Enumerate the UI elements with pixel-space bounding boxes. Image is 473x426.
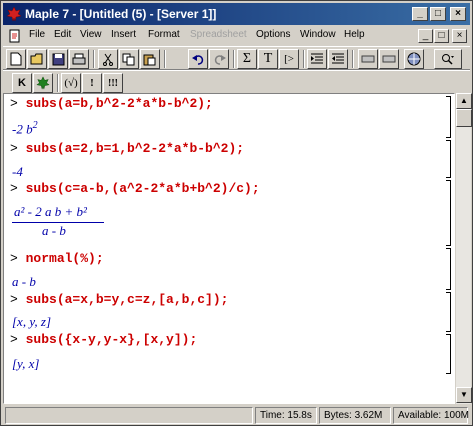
toolbar-separator xyxy=(233,50,235,68)
group-bracket[interactable] xyxy=(446,96,451,138)
maple-leaf-icon xyxy=(6,6,22,22)
status-message xyxy=(5,407,253,424)
zoom-icon[interactable] xyxy=(379,49,399,69)
toolbar-separator xyxy=(57,74,59,92)
worksheet-area[interactable]: > subs(a=b,b^2-2*a*b-b^2); -2 b2 > subs(… xyxy=(3,93,455,404)
input-line[interactable]: > subs(c=a-b,(a^2-2*a*b+b^2)/c); xyxy=(10,181,260,196)
prompt-marker: > xyxy=(10,141,18,156)
menu-options[interactable]: Options xyxy=(256,29,290,40)
doc-close-button[interactable]: × xyxy=(452,29,467,43)
output-line: [x, y, z] xyxy=(12,314,51,329)
execute-all-button[interactable]: !!! xyxy=(103,73,123,93)
menu-file[interactable]: File xyxy=(29,29,45,40)
menu-window[interactable]: Window xyxy=(300,29,336,40)
save-icon[interactable] xyxy=(48,49,68,69)
input-text[interactable]: subs(a=x,b=y,c=z,[a,b,c]); xyxy=(26,292,229,307)
output-line: -2 b2 xyxy=(12,120,38,137)
copy-icon[interactable] xyxy=(119,49,139,69)
output-text: -2 b xyxy=(12,121,33,137)
scroll-thumb[interactable] xyxy=(456,109,472,127)
group-bracket[interactable] xyxy=(446,140,451,178)
status-available: Available: 100M xyxy=(393,407,469,424)
prompt-marker: > xyxy=(10,332,18,347)
paste-icon[interactable] xyxy=(140,49,160,69)
context-toolbar: K (√) ! !!! xyxy=(3,70,470,94)
input-line[interactable]: > normal(%); xyxy=(10,251,104,266)
prompt-marker: > xyxy=(10,251,18,266)
input-line[interactable]: > subs({x-y,y-x},[x,y]); xyxy=(10,332,197,347)
stop-icon[interactable] xyxy=(358,49,378,69)
toolbar-separator xyxy=(352,50,354,68)
output-line: -4 xyxy=(12,164,23,179)
maple-window: Maple 7 - [Untitled (5) - [Server 1]] _ … xyxy=(0,0,473,426)
sqrt-button[interactable]: (√) xyxy=(61,73,81,93)
fraction-numerator: a² - 2 a b + b² xyxy=(14,204,87,219)
group-bracket[interactable] xyxy=(446,334,451,374)
scroll-down-icon[interactable]: ▼ xyxy=(456,387,472,403)
fraction-output: a² - 2 a b + b² a - b xyxy=(12,204,104,239)
print-icon[interactable] xyxy=(69,49,89,69)
prompt-marker: > xyxy=(10,181,18,196)
maple-leaf-button[interactable] xyxy=(33,73,53,93)
prompt-marker: > xyxy=(10,292,18,307)
menu-help[interactable]: Help xyxy=(344,29,365,40)
vertical-scrollbar[interactable]: ▲ ▼ xyxy=(455,93,472,404)
scroll-up-icon[interactable]: ▲ xyxy=(456,93,472,109)
group-bracket[interactable] xyxy=(446,292,451,332)
input-text[interactable]: subs(c=a-b,(a^2-2*a*b+b^2)/c); xyxy=(26,181,260,196)
input-line[interactable]: > subs(a=x,b=y,c=z,[a,b,c]); xyxy=(10,292,228,307)
menu-view[interactable]: View xyxy=(80,29,102,40)
text-icon[interactable]: T xyxy=(258,49,278,69)
cut-icon[interactable] xyxy=(98,49,118,69)
magnify-icon[interactable] xyxy=(434,49,462,69)
output-line: a - b xyxy=(12,274,36,289)
outdent-icon[interactable] xyxy=(328,49,348,69)
close-button[interactable]: × xyxy=(450,7,466,21)
input-text[interactable]: subs(a=b,b^2-2*a*b-b^2); xyxy=(26,96,213,111)
menu-edit[interactable]: Edit xyxy=(54,29,71,40)
input-text[interactable]: subs({x-y,y-x},[x,y]); xyxy=(26,332,198,347)
main-toolbar: Σ T [> xyxy=(3,46,470,70)
toolbar-separator xyxy=(164,50,166,68)
window-title: Maple 7 - [Untitled (5) - [Server 1]] xyxy=(25,7,217,21)
restart-icon[interactable] xyxy=(404,49,424,69)
group-bracket[interactable] xyxy=(446,180,451,246)
doc-minimize-button[interactable]: _ xyxy=(418,29,433,43)
output-line: [y, x] xyxy=(12,356,40,371)
toolbar-separator xyxy=(303,50,305,68)
menu-insert[interactable]: Insert xyxy=(111,29,136,40)
execute-button[interactable]: ! xyxy=(82,73,102,93)
input-text[interactable]: subs(a=2,b=1,b^2-2*a*b-b^2); xyxy=(26,141,244,156)
menu-bar: File Edit View Insert Format Spreadsheet… xyxy=(3,26,470,46)
input-line[interactable]: > subs(a=2,b=1,b^2-2*a*b-b^2); xyxy=(10,141,244,156)
title-bar[interactable]: Maple 7 - [Untitled (5) - [Server 1]] _ … xyxy=(3,3,470,25)
input-text[interactable]: normal(%); xyxy=(26,251,104,266)
output-exponent: 2 xyxy=(32,120,38,131)
kernel-button[interactable]: K xyxy=(12,73,32,93)
fraction-denominator: a - b xyxy=(42,223,66,238)
indent-icon[interactable] xyxy=(307,49,327,69)
status-bar: Time: 15.8s Bytes: 3.62M Available: 100M xyxy=(3,405,470,425)
open-icon[interactable] xyxy=(27,49,47,69)
prompt-icon[interactable]: [> xyxy=(279,49,299,69)
maximize-button[interactable]: □ xyxy=(430,7,446,21)
toolbar-separator xyxy=(93,50,95,68)
status-bytes: Bytes: 3.62M xyxy=(319,407,391,424)
document-icon[interactable] xyxy=(8,29,22,43)
minimize-button[interactable]: _ xyxy=(412,7,428,21)
redo-icon[interactable] xyxy=(209,49,229,69)
undo-icon[interactable] xyxy=(188,49,208,69)
menu-format[interactable]: Format xyxy=(148,29,180,40)
group-bracket[interactable] xyxy=(446,248,451,290)
new-icon[interactable] xyxy=(6,49,26,69)
prompt-marker: > xyxy=(10,96,18,111)
doc-maximize-button[interactable]: □ xyxy=(434,29,449,43)
menu-spreadsheet: Spreadsheet xyxy=(190,29,247,40)
sigma-icon[interactable]: Σ xyxy=(237,49,257,69)
input-line[interactable]: > subs(a=b,b^2-2*a*b-b^2); xyxy=(10,96,213,111)
status-time: Time: 15.8s xyxy=(255,407,317,424)
